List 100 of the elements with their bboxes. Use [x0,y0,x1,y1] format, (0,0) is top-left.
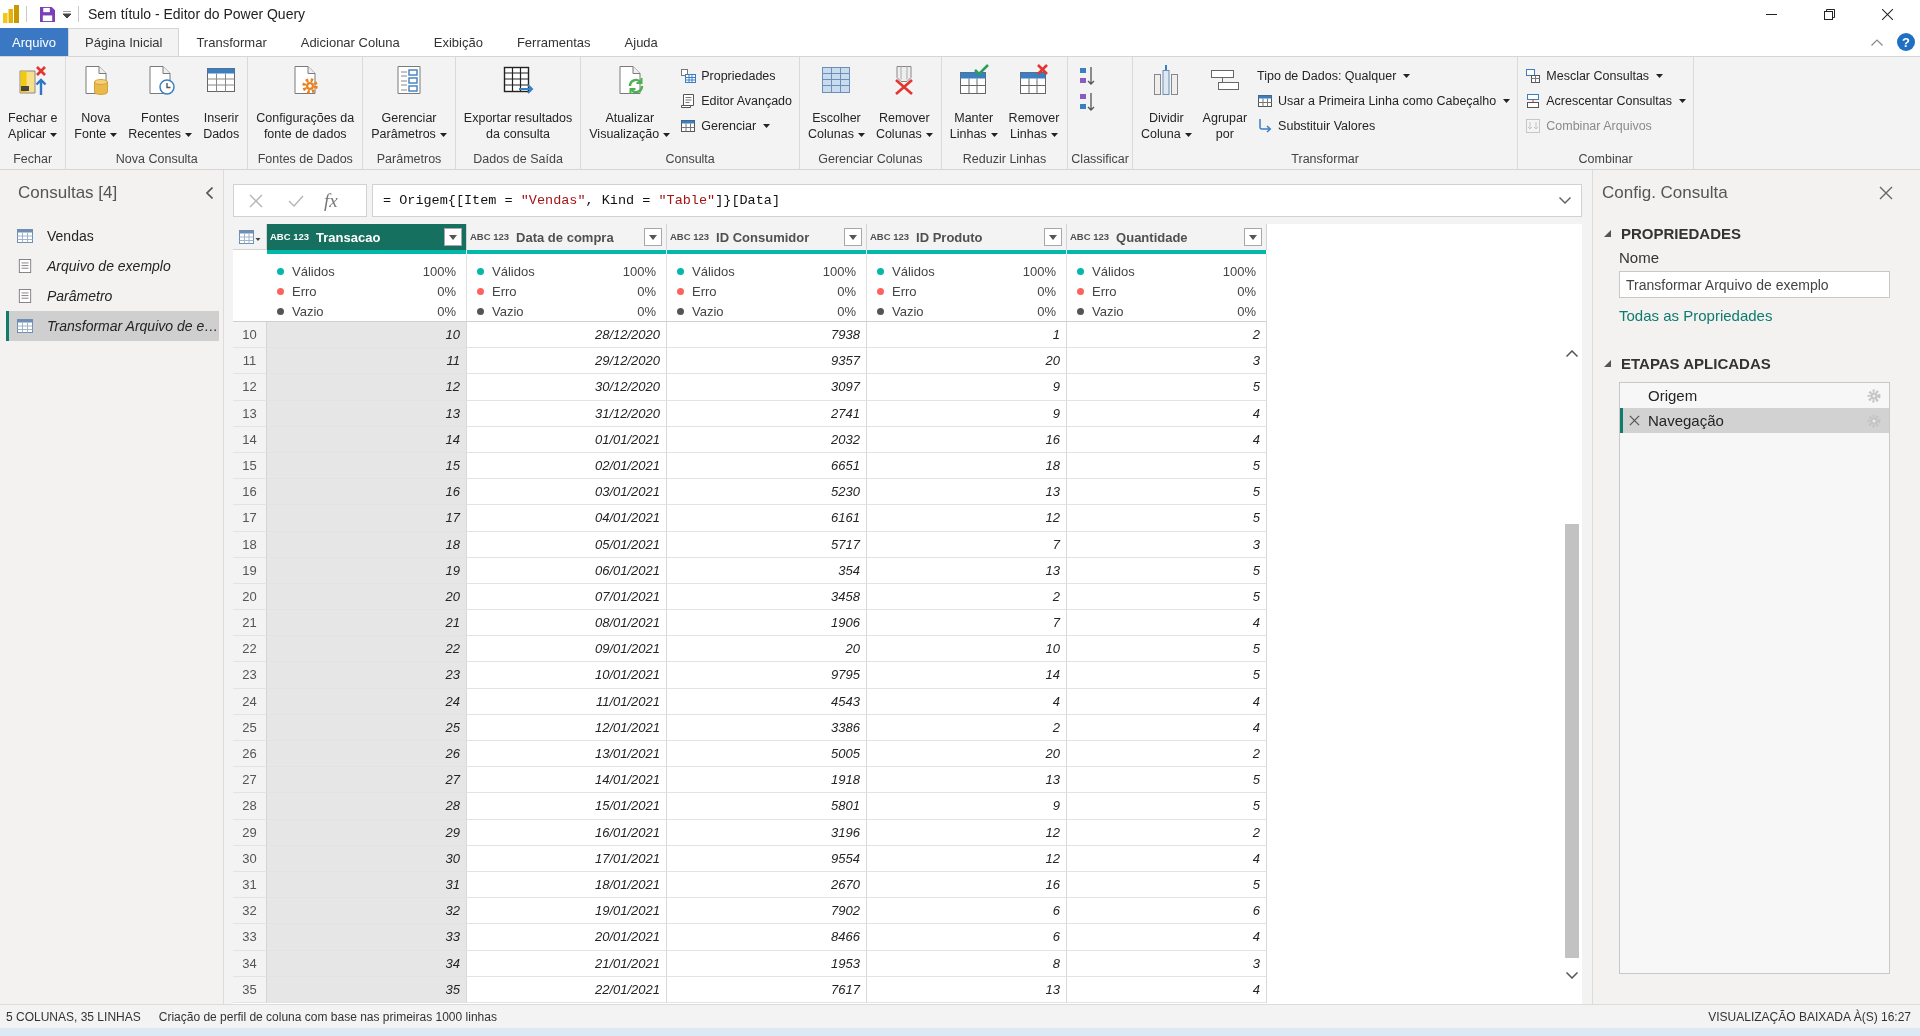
menu-tab[interactable]: Ferramentas [499,28,608,56]
filter-button[interactable] [644,228,662,246]
data-type-label: ABC 123 [1070,232,1110,242]
ribbon-button[interactable]: Remover Colunas [870,57,938,150]
stat-label: Vazio [292,303,324,319]
chevron-left-icon[interactable] [206,187,213,199]
menu-tab[interactable]: Página Inicial [68,28,180,56]
menu-tab[interactable]: Ajuda [607,28,675,56]
menu-tab[interactable]: Adicionar Coluna [283,28,417,56]
column-header[interactable]: ABC 123 Quantidade [1067,224,1267,250]
section-header[interactable]: ETAPAS APLICADAS [1602,350,1890,376]
ribbon-button[interactable]: Inserir Dados [198,57,245,150]
row-number: 12 [233,374,267,401]
table-cell: 18 [267,531,467,558]
ribbon-button[interactable]: Acrescentar Consultas [1521,88,1691,113]
table-caret-icon[interactable] [238,229,261,244]
file-tab[interactable]: Arquivo [0,28,69,56]
ribbon-button[interactable]: Exportar resultados da consulta [458,57,578,150]
scroll-up-icon[interactable] [1566,350,1578,357]
stat-value: 0% [837,303,856,319]
table-cell: 5 [1067,479,1267,506]
scroll-down-icon[interactable] [1566,972,1578,979]
row-number: 34 [233,950,267,977]
close-icon[interactable] [1882,8,1893,20]
ribbon-button[interactable]: Agrupar por [1197,57,1253,150]
chevron-down-icon[interactable] [1559,197,1571,204]
ribbon-button[interactable]: Usar a Primeira Linha como Cabeçalho [1253,88,1515,113]
table-cell: 5 [1067,767,1267,794]
column-header[interactable]: ABC 123 Transacao [267,224,467,250]
applied-step[interactable]: Navegação [1620,408,1889,433]
scrollbar-thumb[interactable] [1565,524,1579,958]
ribbon-button[interactable]: Atualizar Visualização [584,57,676,150]
column-header[interactable]: ABC 123 Data de compra [467,224,667,250]
formula-field[interactable]: = Origem{[Item = "Vendas", Kind = "Table"]}[Data] [372,184,1582,217]
filter-button[interactable] [1044,228,1062,246]
save-icon[interactable] [40,6,55,22]
ribbon-group-label: Combinar [1578,151,1633,168]
table-cell: 16 [867,871,1067,899]
row-number: 15 [233,452,267,480]
menu-tab[interactable]: Exibição [416,28,500,56]
ribbon-button[interactable]: Manter Linhas [944,57,1003,150]
chevron-up-icon[interactable] [1871,38,1883,46]
filter-button[interactable] [444,228,462,246]
ribbon-button[interactable]: Propriedades [676,63,796,88]
stat-value: 100% [1222,263,1256,279]
ribbon-button[interactable]: Dividir Coluna [1136,57,1197,150]
table-cross-icon [1017,64,1050,96]
fx-button[interactable]: fx [324,189,338,212]
all-properties-link[interactable]: Todas as Propriedades [1619,307,1773,324]
help-button[interactable]: ? [1897,33,1915,51]
stat-value: 0% [1237,283,1256,299]
table-cell: 30 [267,845,467,872]
stat-label: Válidos [892,263,935,279]
section-header[interactable]: PROPRIEDADES [1602,220,1890,246]
table-cell: 34 [267,950,467,977]
table-cell: 17/01/2021 [467,845,667,872]
restore-icon[interactable] [1824,8,1835,20]
ribbon-group-label: Fechar [13,151,53,168]
row-number: 26 [233,741,267,768]
caret-icon[interactable] [63,10,71,18]
table-cell: 26 [267,741,467,768]
check-icon[interactable] [288,194,304,207]
ribbon-button[interactable]: Gerenciar [676,113,796,138]
table-cell: 4 [1067,400,1267,427]
applied-step[interactable]: Origem [1620,383,1889,408]
caret-icon [50,132,58,137]
table-cell: 25 [267,714,467,741]
stat-value: 0% [1237,303,1256,319]
document-icon [17,259,33,273]
ribbon-button[interactable]: Escolher Colunas [803,57,870,150]
caret-icon [110,132,118,137]
filter-button[interactable] [1244,228,1262,246]
column-header[interactable]: ABC 123 ID Consumidor [667,224,867,250]
ribbon-group-label: Gerenciar Colunas [818,151,923,168]
ribbon-button[interactable]: Fontes Recentes [123,57,198,150]
table-cell: 9554 [667,845,867,872]
ribbon-button[interactable]: Mesclar Consultas [1521,63,1691,88]
name-field[interactable]: Transformar Arquivo de exemplo [1619,271,1890,298]
menu-tab[interactable]: Transformar [179,28,284,56]
ribbon-button[interactable]: Tipo de Dados: Qualquer [1253,63,1515,88]
ribbon-button[interactable]: Configurações da fonte de dados [251,57,360,150]
ribbon-group-label: Classificar [1071,151,1129,168]
table-cell: 6 [867,924,1067,951]
ribbon-button[interactable]: Fechar e Aplicar [3,57,63,150]
table-cell: 30/12/2020 [467,374,667,401]
ribbon-button[interactable]: Gerenciar Parâmetros [366,57,452,150]
table-cell: 6161 [667,505,867,532]
column-header[interactable]: ABC 123 ID Produto [867,224,1067,250]
query-item[interactable]: Vendas [6,221,219,251]
ribbon-button[interactable]: Substituir Valores [1253,113,1515,138]
delete-icon[interactable] [1629,415,1640,426]
document-cross-arrow-icon [16,64,49,96]
table-cell: 13 [867,976,1067,1003]
table-cell: 20 [667,636,867,663]
ribbon-button[interactable]: Remover Linhas [1003,57,1065,150]
filter-button[interactable] [844,228,862,246]
stat-label: Válidos [1092,263,1135,279]
ribbon-button[interactable]: Editor Avançado [676,88,796,113]
table-cell: 28 [267,793,467,820]
ribbon-button[interactable]: Nova Fonte [69,57,123,150]
